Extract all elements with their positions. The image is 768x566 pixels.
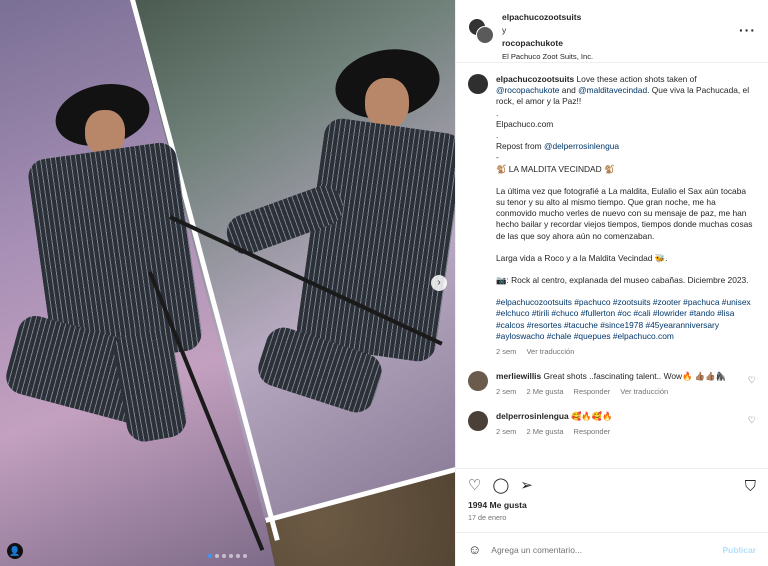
header-subtitle: El Pachuco Zoot Suits, Inc.: [502, 52, 594, 61]
author-username[interactable]: elpachucozootsuits: [502, 12, 593, 23]
post-caption: elpachucozootsuits Love these action sho…: [468, 74, 756, 357]
reply-button[interactable]: Responder: [574, 426, 611, 437]
post-date: 17 de enero: [468, 513, 507, 522]
post-actions: ♡ ◯ ➢ ⛉ 1994 Me gusta 17 de enero: [456, 468, 768, 532]
add-comment-bar: ☺ Publicar: [456, 532, 768, 566]
comment-time: 2 sem: [496, 427, 517, 437]
collab-joiner: y: [502, 25, 507, 35]
more-horizontal-icon[interactable]: ···: [739, 22, 756, 38]
comment-text: Great shots ..fascinating talent.. Wow🔥 …: [543, 371, 727, 382]
caption-title: 🐒 LA MALDITA VECINDAD 🐒: [496, 163, 615, 174]
post-header: elpachucozootsuits y rocopachukote El Pa…: [456, 0, 768, 63]
mention-link[interactable]: @malditavecindad: [578, 85, 647, 95]
comment-icon[interactable]: ◯: [492, 478, 509, 494]
caption-hashtags[interactable]: #elpachucozootsuits #pachuco #zootsuits …: [496, 297, 756, 342]
post-photo[interactable]: › 👤: [0, 0, 455, 566]
comment-item: delperrosinlengua 🥰🔥🥰🔥 2 sem 2 Me gusta …: [468, 411, 756, 437]
avatar[interactable]: [468, 411, 488, 432]
carousel-dot[interactable]: [215, 554, 219, 558]
mention-link[interactable]: @delperrosinlengua: [544, 141, 619, 151]
comment-text: 🥰🔥🥰🔥: [570, 411, 613, 422]
comment-username[interactable]: merliewillis: [496, 371, 541, 381]
caption-text: Elpachuco.com: [496, 118, 554, 129]
like-comment-heart-icon[interactable]: ♡: [748, 375, 756, 386]
carousel-dots: [208, 554, 247, 558]
post-sidebar: elpachucozootsuits y rocopachukote El Pa…: [455, 0, 768, 566]
translate-link[interactable]: Ver traducción: [620, 386, 668, 397]
collab-username[interactable]: rocopachukote: [502, 38, 593, 49]
carousel-dot[interactable]: [208, 554, 212, 558]
comment-likes[interactable]: 2 Me gusta: [526, 386, 563, 397]
next-photo-chevron-right-icon[interactable]: ›: [431, 275, 447, 291]
emoji-icon[interactable]: ☺: [468, 542, 481, 557]
comments-list[interactable]: elpachucozootsuits Love these action sho…: [456, 63, 768, 468]
performer-right: [150, 0, 455, 500]
caption-paragraph: Larga vida a Roco y a la Maldita Vecinda…: [496, 252, 668, 263]
post-viewer: › 👤 elpachucozootsuits y rocopachukote E…: [0, 0, 768, 566]
caption-text: Repost from: [496, 141, 542, 152]
tagged-user-icon[interactable]: 👤: [7, 543, 23, 559]
bookmark-icon[interactable]: ⛉: [745, 478, 756, 495]
carousel-dot[interactable]: [229, 554, 233, 558]
mention-link[interactable]: @rocopachukote: [496, 85, 559, 95]
caption-text: .: [496, 107, 499, 118]
send-icon[interactable]: ➢: [520, 478, 533, 494]
reply-button[interactable]: Responder: [574, 386, 611, 397]
caption-text: .: [496, 130, 499, 141]
caption-time: 2 sem: [496, 347, 517, 357]
comment-likes[interactable]: 2 Me gusta: [526, 426, 563, 437]
carousel-dot[interactable]: [243, 554, 247, 558]
comment-item: merliewillis Great shots ..fascinating t…: [468, 371, 756, 397]
like-comment-heart-icon[interactable]: ♡: [748, 415, 756, 426]
caption-text: Love these action shots taken of: [576, 74, 697, 84]
publish-button[interactable]: Publicar: [722, 545, 756, 555]
caption-paragraph: La última vez que fotografié a La maldit…: [496, 185, 753, 241]
avatar[interactable]: [476, 26, 494, 44]
caption-text: and: [561, 85, 576, 96]
comment-username[interactable]: delperrosinlengua: [496, 411, 569, 421]
caption-text: -: [496, 152, 499, 163]
carousel-dot[interactable]: [222, 554, 226, 558]
caption-paragraph: 📷: Rock al centro, explanada del museo c…: [496, 275, 749, 286]
collab-avatars[interactable]: [468, 18, 494, 46]
comment-input[interactable]: [491, 544, 713, 555]
caption-username[interactable]: elpachucozootsuits: [496, 74, 574, 84]
avatar[interactable]: [468, 74, 488, 94]
likes-count[interactable]: 1994 Me gusta: [468, 500, 756, 510]
translate-link[interactable]: Ver traducción: [526, 346, 574, 357]
avatar[interactable]: [468, 371, 488, 392]
comment-time: 2 sem: [496, 387, 517, 397]
heart-icon[interactable]: ♡: [468, 478, 481, 494]
carousel-dot[interactable]: [236, 554, 240, 558]
